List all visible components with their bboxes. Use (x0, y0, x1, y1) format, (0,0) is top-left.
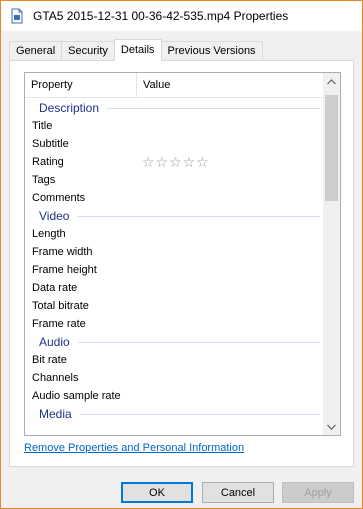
group-audio: Audio (25, 333, 324, 351)
column-header-property[interactable]: Property (25, 73, 137, 97)
property-value[interactable] (137, 297, 324, 315)
group-divider (79, 413, 320, 415)
scrollbar-thumb[interactable] (325, 95, 338, 201)
group-video: Video (25, 207, 324, 225)
row-total-bitrate[interactable]: Total bitrate (25, 297, 324, 315)
remove-properties-link[interactable]: Remove Properties and Personal Informati… (24, 442, 244, 454)
tab-previous-versions[interactable]: Previous Versions (160, 41, 263, 61)
column-header-value[interactable]: Value (137, 73, 324, 97)
property-value[interactable] (137, 225, 324, 243)
tab-details[interactable]: Details (113, 39, 162, 61)
property-name: Frame rate (32, 318, 86, 330)
property-name: Title (32, 120, 53, 132)
group-divider (107, 107, 320, 109)
list-rows: Description Title Subtitle Rating ☆☆☆☆☆ … (25, 99, 324, 423)
row-subtitle[interactable]: Subtitle (25, 135, 324, 153)
row-rating[interactable]: Rating ☆☆☆☆☆ (25, 153, 324, 171)
group-label-media: Media (39, 407, 72, 421)
property-value[interactable] (137, 261, 324, 279)
property-value[interactable] (137, 189, 324, 207)
scroll-down-arrow-icon[interactable] (323, 418, 340, 435)
property-value[interactable] (137, 117, 324, 135)
window-title: GTA5 2015-12-31 00-36-42-535.mp4 Propert… (33, 9, 289, 23)
row-tags[interactable]: Tags (25, 171, 324, 189)
row-comments[interactable]: Comments (25, 189, 324, 207)
vertical-scrollbar[interactable] (323, 73, 340, 435)
property-value[interactable] (137, 369, 324, 387)
row-audio-sample-rate[interactable]: Audio sample rate (25, 387, 324, 405)
property-value[interactable] (137, 387, 324, 405)
title-bar[interactable]: GTA5 2015-12-31 00-36-42-535.mp4 Propert… (1, 1, 362, 31)
row-title[interactable]: Title (25, 117, 324, 135)
property-name: Frame width (32, 246, 93, 258)
document-icon (11, 8, 23, 24)
rating-stars[interactable]: ☆☆☆☆☆ (137, 153, 324, 171)
property-name: Comments (32, 192, 86, 204)
row-frame-rate[interactable]: Frame rate (25, 315, 324, 333)
group-description: Description (25, 99, 324, 117)
properties-list[interactable]: Property Value Description Title Subtitl… (24, 72, 341, 436)
list-header: Property Value (25, 73, 324, 98)
cancel-button[interactable]: Cancel (202, 482, 274, 503)
group-media: Media (25, 405, 324, 423)
property-name: Data rate (32, 282, 78, 294)
property-value[interactable] (137, 351, 324, 369)
property-name: Rating (32, 156, 64, 168)
property-name: Total bitrate (32, 300, 89, 312)
property-name: Frame height (32, 264, 97, 276)
row-channels[interactable]: Channels (25, 369, 324, 387)
property-value[interactable] (137, 135, 324, 153)
tab-general[interactable]: General (9, 41, 63, 61)
ok-button[interactable]: OK (121, 482, 193, 503)
property-name: Channels (32, 372, 79, 384)
property-name: Length (32, 228, 66, 240)
group-label-video: Video (39, 209, 70, 223)
property-name: Bit rate (32, 354, 67, 366)
properties-window: GTA5 2015-12-31 00-36-42-535.mp4 Propert… (0, 0, 363, 509)
property-value[interactable] (137, 315, 324, 333)
row-bit-rate[interactable]: Bit rate (25, 351, 324, 369)
apply-button[interactable]: Apply (282, 482, 354, 503)
property-value[interactable] (137, 243, 324, 261)
row-length[interactable]: Length (25, 225, 324, 243)
group-label-description: Description (39, 101, 100, 115)
property-value[interactable] (137, 279, 324, 297)
scroll-up-arrow-icon[interactable] (323, 73, 340, 90)
group-divider (77, 341, 320, 343)
details-panel: Property Value Description Title Subtitl… (9, 60, 354, 467)
property-name: Tags (32, 174, 56, 186)
group-label-audio: Audio (39, 335, 70, 349)
tab-strip: General Security Details Previous Versio… (9, 39, 263, 61)
group-divider (77, 215, 320, 217)
property-name: Subtitle (32, 138, 69, 150)
row-frame-height[interactable]: Frame height (25, 261, 324, 279)
tab-security[interactable]: Security (61, 41, 115, 61)
property-name: Audio sample rate (32, 390, 121, 402)
row-data-rate[interactable]: Data rate (25, 279, 324, 297)
property-value[interactable] (137, 171, 324, 189)
row-frame-width[interactable]: Frame width (25, 243, 324, 261)
